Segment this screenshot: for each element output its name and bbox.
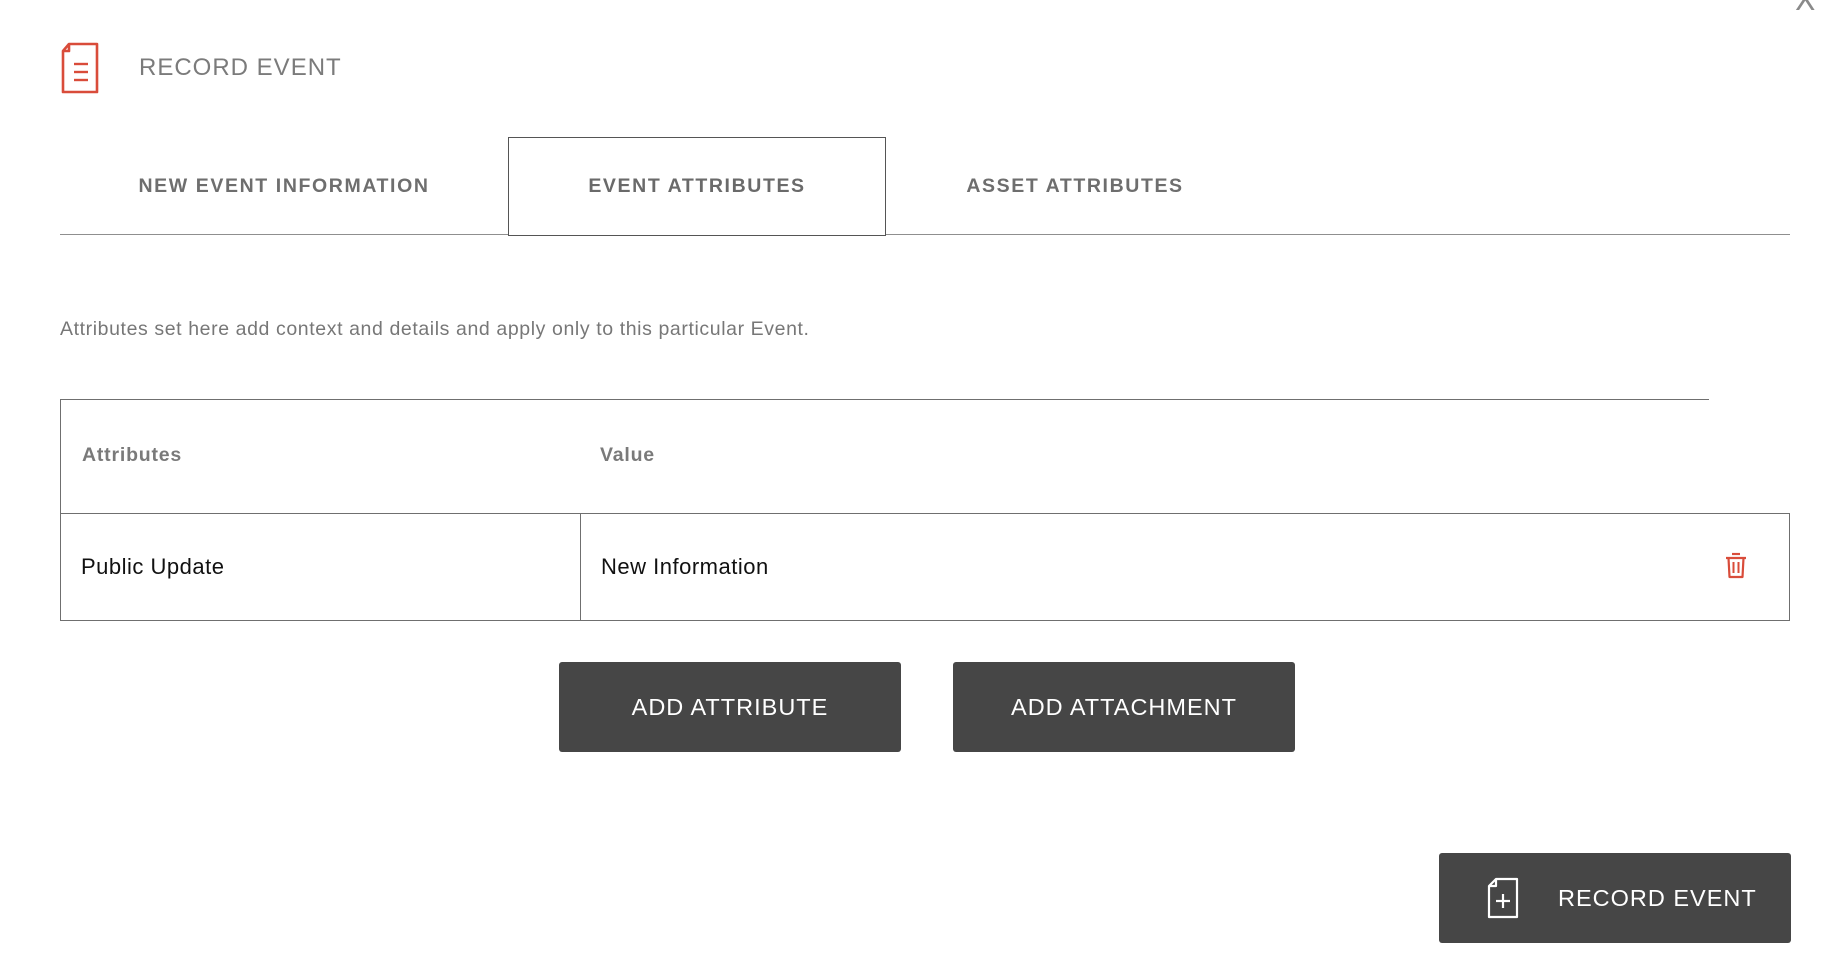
record-event-label: RECORD EVENT (1558, 884, 1757, 911)
close-button[interactable]: X (1795, 0, 1816, 16)
add-attachment-button[interactable]: ADD ATTACHMENT (953, 662, 1295, 752)
attribute-name-cell[interactable]: Public Update (61, 514, 581, 620)
tab-event-attributes[interactable]: EVENT ATTRIBUTES (508, 137, 886, 236)
tab-new-event-information[interactable]: NEW EVENT INFORMATION (60, 137, 508, 235)
document-list-icon (61, 42, 99, 94)
trash-icon[interactable] (1724, 551, 1748, 579)
section-description: Attributes set here add context and deta… (60, 318, 810, 340)
add-attribute-button[interactable]: ADD ATTRIBUTE (559, 662, 901, 752)
table-row: Public Update New Information (60, 513, 1790, 621)
dialog-title: RECORD EVENT (139, 54, 342, 81)
dialog-header: RECORD EVENT (60, 42, 342, 94)
attributes-table: Attributes Value Public Update New Infor… (60, 399, 1790, 621)
attribute-value-cell[interactable]: New Information (581, 514, 1789, 620)
tab-asset-attributes[interactable]: ASSET ATTRIBUTES (886, 137, 1264, 235)
column-header-attributes: Attributes (82, 444, 183, 466)
column-header-value: Value (600, 444, 655, 466)
table-header-row: Attributes Value (60, 399, 1709, 513)
record-event-button[interactable]: RECORD EVENT (1439, 853, 1791, 943)
file-plus-icon (1487, 877, 1519, 919)
tab-bar: NEW EVENT INFORMATION EVENT ATTRIBUTES A… (60, 137, 1790, 236)
